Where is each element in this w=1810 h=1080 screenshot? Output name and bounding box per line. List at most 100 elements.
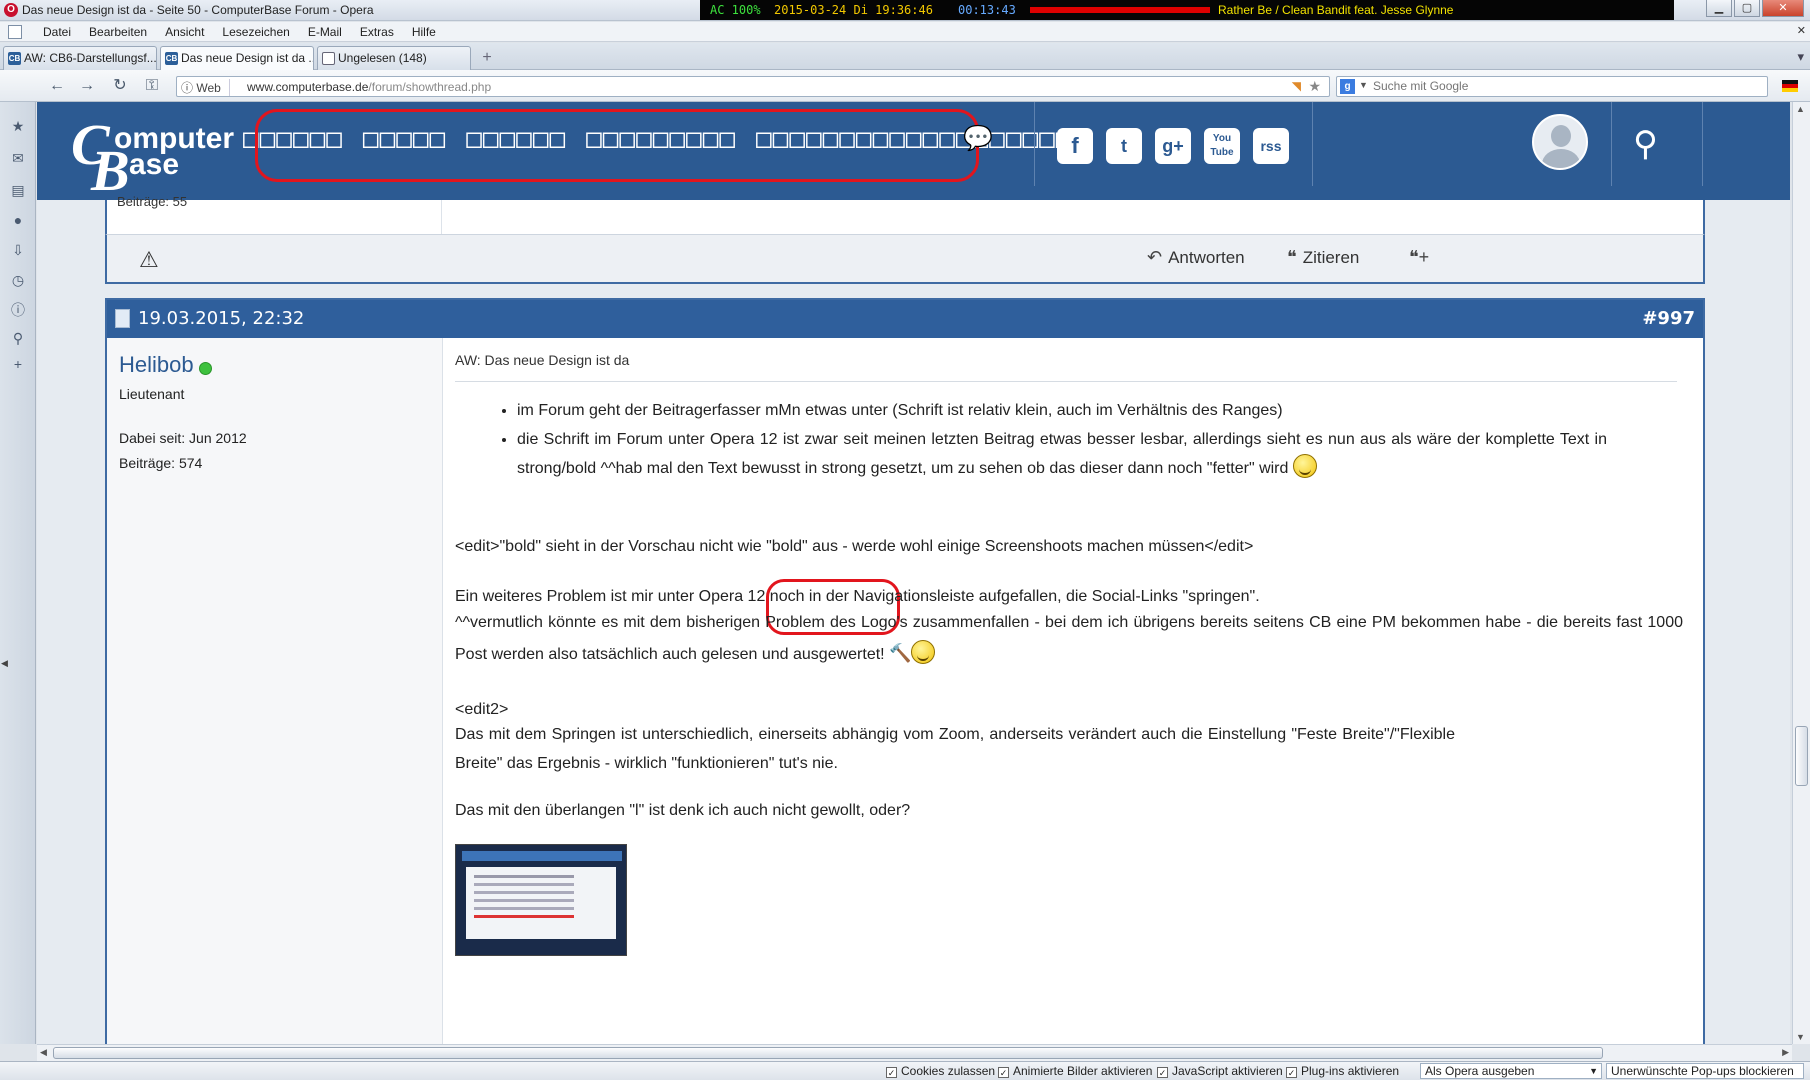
- menu-ansicht[interactable]: Ansicht: [156, 25, 213, 39]
- screenshot-attachment-thumbnail[interactable]: [455, 844, 627, 956]
- language-flag-icon[interactable]: [1782, 80, 1798, 92]
- contacts-icon[interactable]: ●: [10, 212, 26, 228]
- tab-neues-design[interactable]: CB Das neue Design ist da ...: [160, 46, 314, 70]
- column-divider: [441, 200, 442, 234]
- horizontal-scrollbar[interactable]: ◀ ▶: [37, 1044, 1792, 1061]
- forum-chat-icon[interactable]: 💬: [963, 124, 993, 153]
- notes-icon[interactable]: ▤: [10, 182, 26, 198]
- computerbase-logo[interactable]: C B omputer ase: [69, 108, 249, 200]
- datetime-readout: 2015-03-24 Di 19:36:46: [774, 3, 933, 17]
- scroll-down-arrow-icon[interactable]: ▼: [1796, 1032, 1805, 1042]
- bookmark-star-icon[interactable]: ★: [1308, 78, 1321, 95]
- downloads-icon[interactable]: ⇩: [10, 242, 26, 258]
- post-title: AW: Das neue Design ist da: [455, 352, 630, 368]
- vertical-scroll-thumb[interactable]: [1795, 726, 1808, 786]
- facebook-icon[interactable]: f: [1057, 128, 1093, 164]
- javascript-toggle[interactable]: ✓ JavaScript aktivieren: [1157, 1064, 1283, 1078]
- thumb-header-strip: [462, 851, 622, 861]
- history-clock-icon[interactable]: ◷: [10, 272, 26, 288]
- url-field[interactable]: ⓘ Web www.computerbase.de/forum/showthre…: [176, 76, 1330, 97]
- forward-button[interactable]: →: [77, 77, 97, 95]
- online-status-icon: [199, 362, 212, 375]
- rss-feed-icon[interactable]: ◥: [1292, 79, 1301, 93]
- menu-close-icon[interactable]: ✕: [1797, 24, 1806, 37]
- report-warning-icon[interactable]: ⚠: [139, 247, 159, 273]
- computerbase-favicon-icon: CB: [8, 52, 21, 65]
- tab-label: AW: CB6-Darstellungsf...: [24, 51, 157, 65]
- post-username[interactable]: Helibob: [119, 352, 194, 378]
- menu-extras[interactable]: Extras: [351, 25, 403, 39]
- maximize-button[interactable]: ▢: [1734, 0, 1760, 17]
- post-paragraph-question: Das mit den überlangen "l" ist denk ich …: [455, 802, 911, 819]
- header-divider: [1034, 102, 1035, 186]
- scroll-left-arrow-icon[interactable]: ◀: [40, 1047, 47, 1058]
- header-divider: [1611, 102, 1612, 186]
- scroll-right-arrow-icon[interactable]: ▶: [1782, 1047, 1789, 1058]
- menu-email[interactable]: E-Mail: [299, 25, 351, 39]
- opera-side-panel: ★ ✉ ▤ ● ⇩ ◷ ⓘ ⚲ + ◀: [0, 102, 36, 1044]
- user-joined: Dabei seit: Jun 2012: [119, 430, 247, 446]
- twitter-icon[interactable]: t: [1106, 128, 1142, 164]
- grin-smiley-icon: [1292, 454, 1317, 478]
- quote-button[interactable]: ❝ Zitieren: [1287, 247, 1359, 268]
- tab-ungelesen[interactable]: Ungelesen (148): [317, 46, 471, 70]
- tab-bar: CB AW: CB6-Darstellungsf... CB Das neue …: [0, 43, 1810, 70]
- popup-blocking-select[interactable]: Unerwünschte Pop-ups blockieren: [1606, 1063, 1804, 1079]
- scroll-up-arrow-icon[interactable]: ▲: [1796, 104, 1805, 114]
- search-field[interactable]: g ▼: [1336, 76, 1768, 97]
- menu-bar: Datei Bearbeiten Ansicht Lesezeichen E-M…: [0, 22, 1810, 42]
- cookies-toggle[interactable]: ✓ Cookies zulassen: [886, 1064, 995, 1078]
- post-user-info: Helibob Lieutenant Dabei seit: Jun 2012 …: [107, 338, 443, 1044]
- menu-lesezeichen[interactable]: Lesezeichen: [213, 25, 298, 39]
- mail-panel-icon[interactable]: ✉: [10, 150, 26, 166]
- minimize-button[interactable]: ▁: [1706, 0, 1732, 17]
- checkbox-checked-icon: ✓: [998, 1067, 1009, 1078]
- checkbox-checked-icon: ✓: [886, 1067, 897, 1078]
- google-plus-icon[interactable]: g+: [1155, 128, 1191, 164]
- menu-hilfe[interactable]: Hilfe: [403, 25, 445, 39]
- site-info-badge[interactable]: ⓘ Web: [181, 79, 230, 96]
- add-panel-icon[interactable]: +: [10, 356, 26, 372]
- checkbox-checked-icon: ✓: [1286, 1067, 1297, 1078]
- opera-icon: O: [4, 3, 18, 17]
- window-controls: ▁ ▢ ✕: [1706, 0, 1804, 17]
- post-count-value: 574: [178, 455, 203, 471]
- search-panel-icon[interactable]: ⚲: [10, 330, 26, 346]
- page-viewport: C B omputer ase □□□□□□ □□□□□ □□□□□□ □□□□…: [37, 102, 1790, 1044]
- computerbase-favicon-icon: CB: [165, 52, 178, 65]
- youtube-icon[interactable]: You Tube: [1204, 128, 1240, 164]
- page-menu-icon[interactable]: [8, 24, 22, 39]
- reload-button[interactable]: ↻: [110, 77, 130, 95]
- rss-icon[interactable]: rss: [1253, 128, 1289, 164]
- wand-key-icon[interactable]: ⚿: [142, 77, 162, 95]
- close-button[interactable]: ✕: [1762, 0, 1804, 17]
- animated-images-toggle[interactable]: ✓ Animierte Bilder aktivieren: [998, 1064, 1152, 1078]
- new-tab-button[interactable]: +: [478, 49, 496, 67]
- browser-status-bar: ✓ Cookies zulassen ✓ Animierte Bilder akti…: [0, 1061, 1810, 1080]
- user-agent-select[interactable]: Als Opera ausgeben ▼: [1420, 1063, 1602, 1079]
- site-search-icon[interactable]: ⚲: [1633, 124, 1658, 164]
- menu-datei[interactable]: Datei: [34, 25, 80, 39]
- search-input[interactable]: [1373, 79, 1753, 93]
- horizontal-scroll-thumb[interactable]: [53, 1047, 1603, 1059]
- user-avatar[interactable]: [1532, 114, 1588, 170]
- collapse-panel-icon[interactable]: ◀: [1, 658, 8, 669]
- menu-bearbeiten[interactable]: Bearbeiten: [80, 25, 156, 39]
- reply-arrow-icon: ↶: [1147, 247, 1163, 267]
- tab-list-icon[interactable]: ▾: [1797, 49, 1804, 65]
- multi-quote-button[interactable]: ❝+: [1409, 247, 1435, 268]
- plugins-toggle[interactable]: ✓ Plug-ins aktivieren: [1286, 1064, 1399, 1078]
- post-permalink-number[interactable]: #997: [1642, 308, 1695, 329]
- user-post-count: Beiträge: 574: [119, 455, 202, 471]
- search-engine-dropdown-icon[interactable]: ▼: [1359, 80, 1368, 90]
- google-search-icon[interactable]: g: [1340, 79, 1355, 94]
- info-icon[interactable]: ⓘ: [10, 302, 26, 318]
- previous-post-actions: ⚠ ↶ Antworten ❝ Zitieren ❝+: [105, 234, 1705, 284]
- site-header: C B omputer ase □□□□□□ □□□□□ □□□□□□ □□□□…: [37, 102, 1790, 200]
- bookmarks-star-icon[interactable]: ★: [10, 118, 26, 134]
- tab-cb6-darstellung[interactable]: CB AW: CB6-Darstellungsf...: [3, 46, 157, 70]
- vertical-scrollbar[interactable]: ▲ ▼: [1792, 102, 1810, 1044]
- reply-button[interactable]: ↶ Antworten: [1147, 247, 1245, 268]
- post-content: AW: Das neue Design ist da im Forum geht…: [455, 338, 1691, 1044]
- back-button[interactable]: ←: [47, 77, 67, 95]
